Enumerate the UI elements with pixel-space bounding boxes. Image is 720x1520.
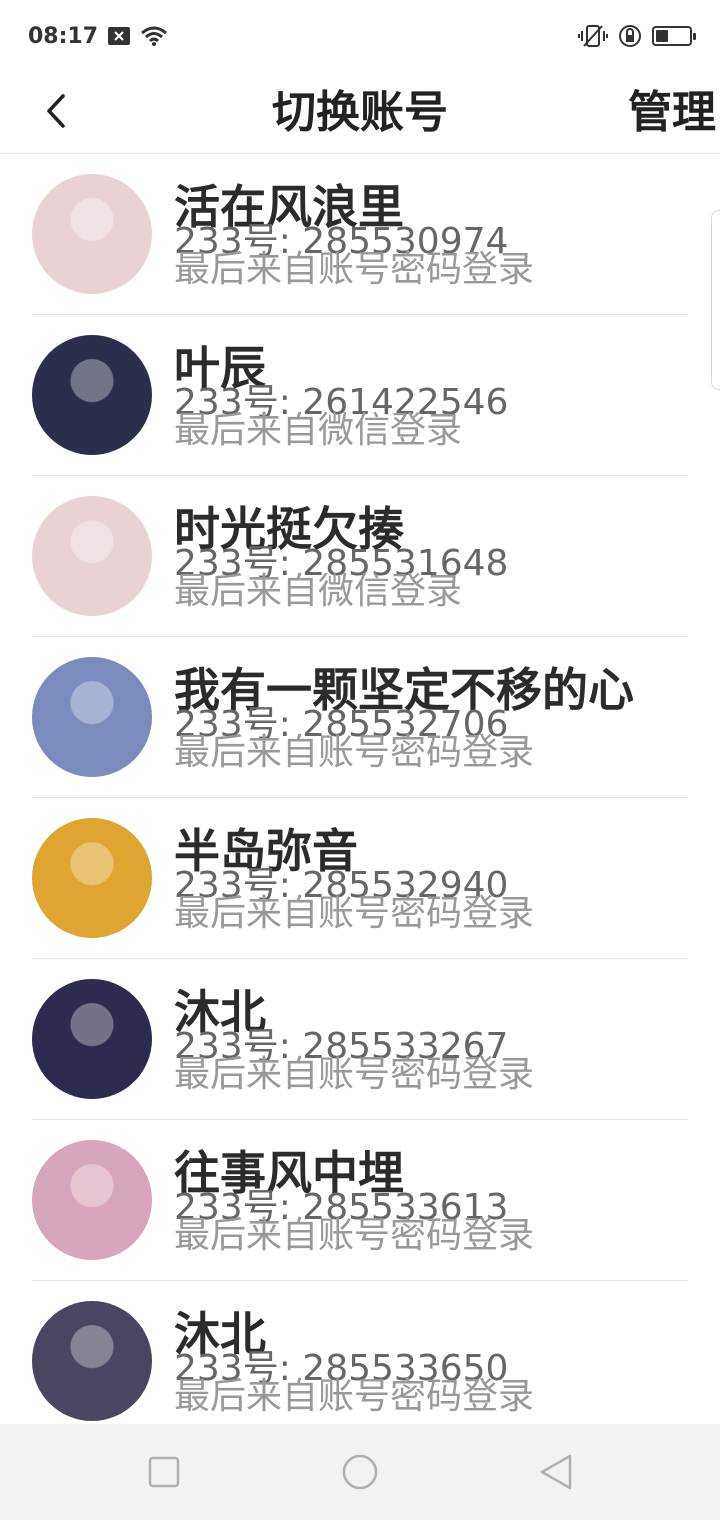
page-title: 切换账号 [272, 87, 448, 138]
battery-fill [656, 30, 669, 42]
app-header: 切换账号 管理 [0, 72, 720, 154]
status-bar: 08:17 [0, 0, 720, 72]
manage-button[interactable]: 管理 [628, 72, 716, 154]
avatar [32, 818, 152, 938]
avatar [32, 174, 152, 294]
account-login-source: 最后来自账号密码登录 [174, 1215, 535, 1256]
status-right [578, 24, 696, 48]
avatar [32, 1301, 152, 1421]
account-row[interactable]: 沐北 233号: 285533267 最后来自账号密码登录 [0, 959, 720, 1120]
home-button[interactable] [340, 1452, 380, 1492]
account-row[interactable]: 我有一颗坚定不移的心 233号: 285532706 最后来自账号密码登录 [0, 637, 720, 798]
account-row[interactable]: 时光挺欠揍 233号: 285531648 最后来自微信登录 [0, 476, 720, 637]
avatar [32, 657, 152, 777]
account-row[interactable]: 叶辰 233号: 261422546 最后来自微信登录 [0, 315, 720, 476]
side-scroll-handle[interactable] [711, 210, 720, 390]
status-time: 08:17 [28, 23, 99, 49]
account-login-source: 最后来自微信登录 [174, 571, 463, 612]
account-row[interactable]: 半岛弥音 233号: 285532940 最后来自账号密码登录 [0, 798, 720, 959]
system-nav-bar [0, 1424, 720, 1520]
recents-square-icon [148, 1456, 180, 1488]
account-login-source: 最后来自账号密码登录 [174, 893, 535, 934]
avatar [32, 335, 152, 455]
avatar [32, 979, 152, 1099]
account-login-source: 最后来自账号密码登录 [174, 732, 535, 773]
account-login-source: 最后来自账号密码登录 [174, 1376, 535, 1417]
account-login-source: 最后来自微信登录 [174, 410, 463, 451]
status-left: 08:17 [28, 24, 168, 49]
avatar [32, 496, 152, 616]
close-box-icon [108, 27, 131, 45]
avatar [32, 1140, 152, 1260]
home-circle-icon [342, 1454, 378, 1490]
vibrate-icon [578, 24, 608, 48]
back-nav-button[interactable] [536, 1452, 576, 1492]
account-login-source: 最后来自账号密码登录 [174, 249, 535, 290]
account-list: 活在风浪里 233号: 285530974 最后来自账号密码登录 叶辰 233号… [0, 154, 720, 1442]
account-login-source: 最后来自账号密码登录 [174, 1054, 535, 1095]
rotation-lock-icon [618, 24, 642, 48]
account-row[interactable]: 往事风中埋 233号: 285533613 最后来自账号密码登录 [0, 1120, 720, 1281]
account-row[interactable]: 活在风浪里 233号: 285530974 最后来自账号密码登录 [0, 154, 720, 315]
recents-button[interactable] [144, 1452, 184, 1492]
account-row[interactable]: 沐北 233号: 285533650 最后来自账号密码登录 [0, 1281, 720, 1442]
wifi-icon [140, 25, 168, 47]
back-triangle-icon [540, 1454, 572, 1490]
battery-icon [652, 26, 696, 46]
